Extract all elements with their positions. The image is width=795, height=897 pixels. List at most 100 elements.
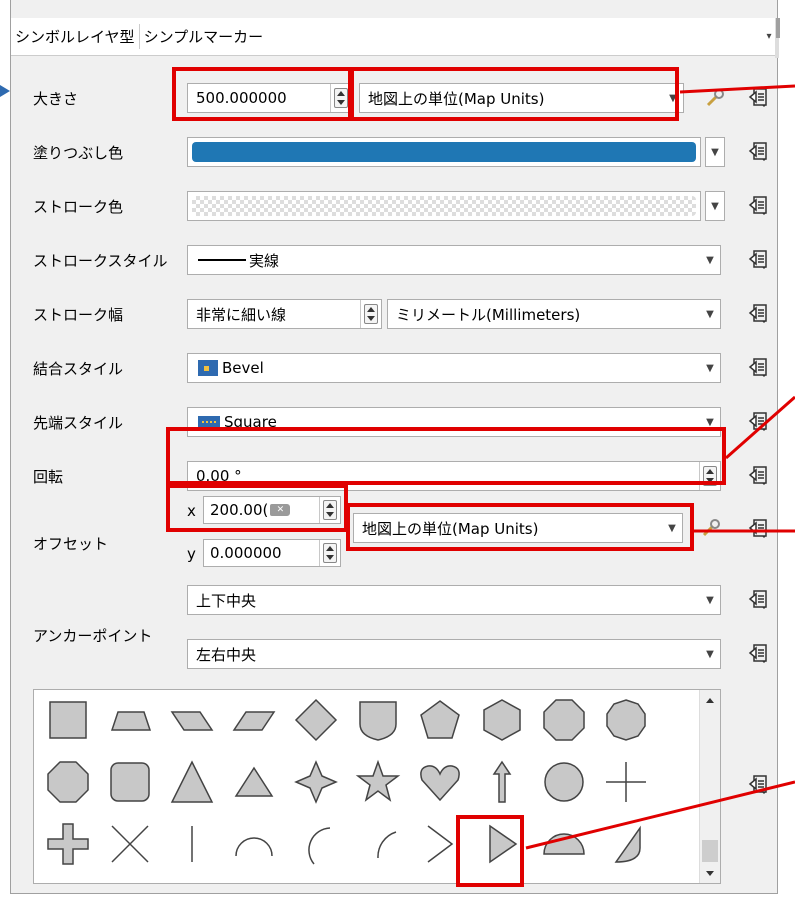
shape-quarter-circle-icon[interactable] <box>352 818 404 870</box>
shape-pentagon-icon[interactable] <box>414 694 466 746</box>
rotation-input[interactable]: 0.00 ° <box>187 461 721 491</box>
shape-grid <box>34 690 698 883</box>
clear-icon[interactable]: ✕ <box>270 504 291 516</box>
data-defined-override-icon[interactable] <box>744 461 772 489</box>
stroke-width-input[interactable]: 非常に細い線 <box>187 299 382 329</box>
shape-filled-arrowhead-icon[interactable] <box>476 818 528 870</box>
shape-rounded-octagon-icon[interactable] <box>42 756 94 808</box>
shape-triangle-icon[interactable] <box>166 756 218 808</box>
size-unit-select[interactable]: 地図上の単位(Map Units) ▼ <box>359 83 684 113</box>
shape-third-circle-icon[interactable] <box>290 818 342 870</box>
data-defined-override-icon[interactable] <box>744 639 772 667</box>
marker-shape-list[interactable] <box>33 689 721 884</box>
shape-square-icon[interactable] <box>42 694 94 746</box>
shape-cross-fill-icon[interactable] <box>42 818 94 870</box>
cap-style-select[interactable]: Square ▼ <box>187 407 721 437</box>
scrollbar[interactable] <box>699 690 720 883</box>
shape-arrowhead-icon[interactable] <box>414 818 466 870</box>
stroke-width-unit-value: ミリメートル(Millimeters) <box>396 305 581 324</box>
chevron-down-icon: ▼ <box>669 92 677 104</box>
data-defined-override-icon[interactable] <box>744 83 772 111</box>
shape-star-icon[interactable] <box>352 756 404 808</box>
shape-equilateral-triangle-icon[interactable] <box>228 756 280 808</box>
shape-x-icon[interactable] <box>104 818 156 870</box>
shape-parallelogram-slant-icon[interactable] <box>228 694 280 746</box>
data-defined-override-icon[interactable] <box>744 770 772 798</box>
stroke-color-button[interactable] <box>187 191 701 221</box>
data-defined-override-icon[interactable] <box>744 245 772 273</box>
symbol-layer-type-label: シンボルレイヤ型 <box>15 28 135 46</box>
rotation-label: 回転 <box>33 468 64 486</box>
offset-x-value: 200.00( <box>210 501 269 519</box>
wrench-icon[interactable] <box>701 84 729 112</box>
stroke-width-value: 非常に細い線 <box>196 305 287 324</box>
panel-scrollbar[interactable] <box>775 18 779 58</box>
stroke-style-label: ストロークスタイル <box>33 252 168 270</box>
square-cap-icon <box>198 416 220 428</box>
fill-color-button[interactable] <box>187 137 701 167</box>
anchor-horizontal-value: 左右中央 <box>196 645 257 664</box>
join-style-select[interactable]: Bevel ▼ <box>187 353 721 383</box>
spinner-icon[interactable] <box>330 84 351 112</box>
offset-y-value: 0.000000 <box>210 544 282 562</box>
data-defined-override-icon[interactable] <box>744 585 772 613</box>
size-input[interactable]: 500.000000 <box>187 83 352 113</box>
join-style-value: Bevel <box>222 359 264 377</box>
chevron-down-icon: ▼ <box>668 522 676 534</box>
data-defined-override-icon[interactable] <box>744 191 772 219</box>
spinner-icon[interactable] <box>360 300 381 328</box>
shape-half-circle-icon[interactable] <box>538 818 590 870</box>
offset-x-input[interactable]: 200.00( ✕ <box>203 496 341 524</box>
data-defined-override-icon[interactable] <box>744 137 772 165</box>
chevron-down-icon[interactable]: ▼ <box>705 191 725 221</box>
rotation-value: 0.00 ° <box>196 467 242 485</box>
shape-heart-icon[interactable] <box>414 756 466 808</box>
shape-trapezoid-icon[interactable] <box>104 694 156 746</box>
stroke-style-select[interactable]: 実線 ▼ <box>187 245 721 275</box>
shape-decagon-icon[interactable] <box>600 694 652 746</box>
symbol-layer-properties-panel: シンボルレイヤ型 シンプルマーカー ▾ 大きさ 500.000000 地図上の単… <box>10 0 779 894</box>
spinner-icon[interactable] <box>319 497 340 523</box>
shape-rounded-square-icon[interactable] <box>104 756 156 808</box>
chevron-down-icon[interactable]: ▼ <box>705 137 725 167</box>
offset-y-input[interactable]: 0.000000 <box>203 539 341 567</box>
fill-color-swatch <box>192 142 696 162</box>
spinner-icon[interactable] <box>699 462 720 490</box>
scroll-thumb[interactable] <box>702 840 718 862</box>
anchor-vertical-value: 上下中央 <box>196 591 257 610</box>
shape-parallelogram-icon[interactable] <box>166 694 218 746</box>
fill-color-label: 塗りつぶし色 <box>33 144 124 162</box>
shape-line-icon[interactable] <box>166 818 218 870</box>
solid-line-icon <box>198 259 246 261</box>
stroke-width-unit-select[interactable]: ミリメートル(Millimeters) ▼ <box>387 299 721 329</box>
cap-style-value: Square <box>224 413 277 431</box>
shape-circle-icon[interactable] <box>538 756 590 808</box>
data-defined-override-icon[interactable] <box>744 353 772 381</box>
shape-cross-icon[interactable] <box>600 756 652 808</box>
shape-diamond-icon[interactable] <box>290 694 342 746</box>
anchor-horizontal-select[interactable]: 左右中央 ▼ <box>187 639 721 669</box>
shape-arrow-icon[interactable] <box>476 756 528 808</box>
cap-style-label: 先端スタイル <box>33 414 124 432</box>
chevron-down-icon: ▼ <box>706 254 714 266</box>
bevel-join-icon <box>198 360 218 376</box>
shape-hexagon-icon[interactable] <box>476 694 528 746</box>
offset-unit-select[interactable]: 地図上の単位(Map Units) ▼ <box>353 513 683 543</box>
scroll-down-arrow[interactable] <box>700 863 720 883</box>
symbol-layer-type-row[interactable]: シンボルレイヤ型 シンプルマーカー ▾ <box>11 18 779 56</box>
shape-shield-icon[interactable] <box>352 694 404 746</box>
chevron-down-icon: ▼ <box>706 594 714 606</box>
symbol-layer-type-value[interactable]: シンプルマーカー <box>138 24 759 49</box>
wrench-icon[interactable] <box>697 514 725 542</box>
data-defined-override-icon[interactable] <box>744 407 772 435</box>
shape-quarter-arc-icon[interactable] <box>600 818 652 870</box>
chevron-down-icon: ▼ <box>706 308 714 320</box>
data-defined-override-icon[interactable] <box>744 514 772 542</box>
anchor-vertical-select[interactable]: 上下中央 ▼ <box>187 585 721 615</box>
data-defined-override-icon[interactable] <box>744 299 772 327</box>
spinner-icon[interactable] <box>319 540 340 566</box>
scroll-up-arrow[interactable] <box>700 690 720 710</box>
shape-semicircle-icon[interactable] <box>228 818 280 870</box>
shape-octagon-icon[interactable] <box>538 694 590 746</box>
shape-four-point-star-icon[interactable] <box>290 756 342 808</box>
